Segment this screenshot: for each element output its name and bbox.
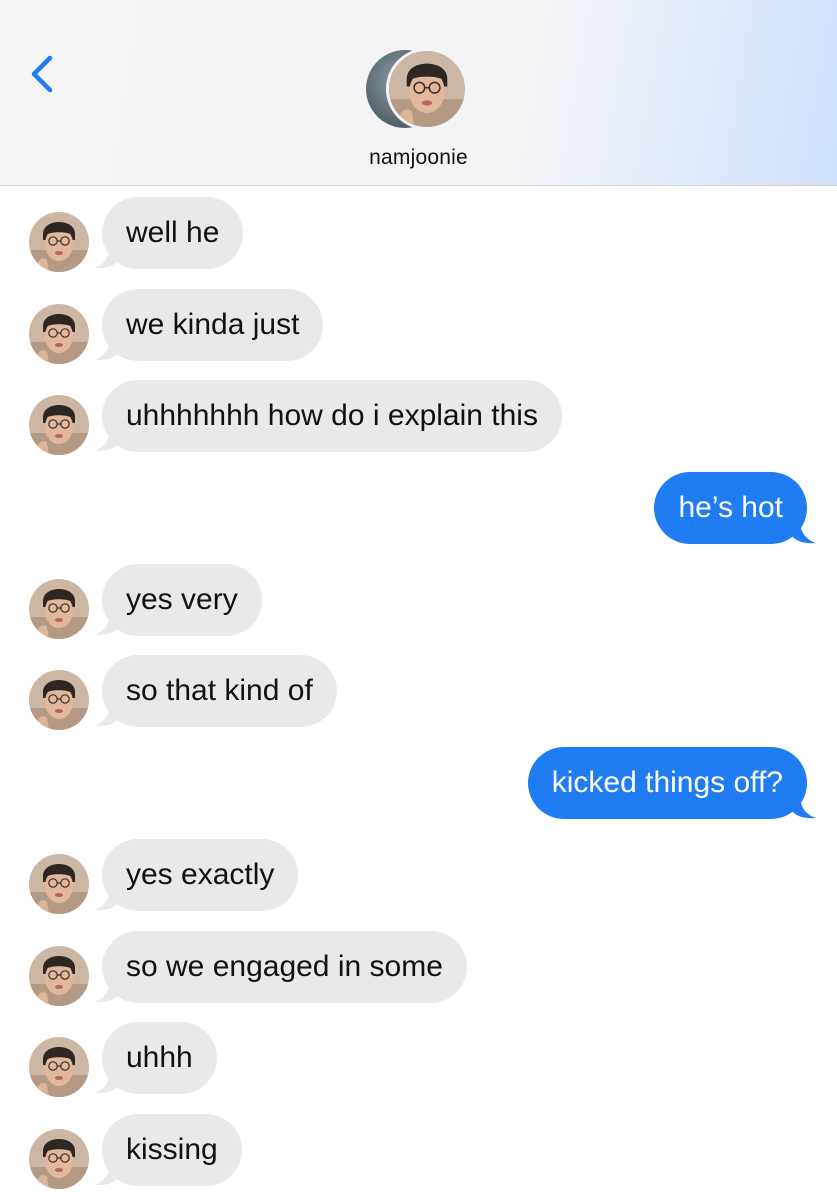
sender-avatar: [29, 1129, 89, 1189]
bubble-tail: [92, 1162, 118, 1186]
conversation-header: namjoonie: [0, 0, 837, 186]
received-message-bubble[interactable]: kissing: [102, 1114, 242, 1186]
bubble-tail: [92, 703, 118, 727]
message-text: we kinda just: [126, 308, 300, 341]
message-text: so that kind of: [126, 674, 313, 707]
message-text: kicked things off?: [551, 766, 783, 799]
sent-message-bubble[interactable]: he’s hot: [654, 472, 807, 544]
message-text: well he: [126, 216, 220, 249]
bubble-tail: [92, 428, 118, 452]
contact-name[interactable]: namjoonie: [0, 146, 837, 170]
message-text: yes exactly: [126, 858, 275, 891]
message-text: uhhh: [126, 1041, 193, 1074]
sender-avatar: [29, 854, 89, 914]
received-message-bubble[interactable]: uhhh: [102, 1022, 217, 1094]
bubble-tail: [792, 795, 818, 819]
bubble-tail: [92, 1070, 118, 1094]
received-message-bubble[interactable]: uhhhhhhh how do i explain this: [102, 380, 562, 452]
sender-avatar: [29, 212, 89, 272]
chevron-left-icon: [31, 55, 53, 93]
received-message-bubble[interactable]: we kinda just: [102, 289, 324, 361]
sender-avatar: [29, 670, 89, 730]
sender-avatar: [29, 304, 89, 364]
bubble-tail: [92, 612, 118, 636]
sender-avatar: [29, 579, 89, 639]
message-text: yes very: [126, 583, 238, 616]
message-text: uhhhhhhh how do i explain this: [126, 399, 538, 432]
received-message-bubble[interactable]: yes very: [102, 564, 262, 636]
received-message-bubble[interactable]: yes exactly: [102, 839, 299, 911]
message-text: he’s hot: [678, 491, 783, 524]
sender-avatar: [29, 395, 89, 455]
bubble-tail: [92, 887, 118, 911]
contact-avatar-group[interactable]: [366, 48, 472, 134]
bubble-tail: [92, 245, 118, 269]
contact-avatar: [386, 48, 468, 130]
sender-avatar: [29, 1037, 89, 1097]
sender-avatar: [29, 946, 89, 1006]
back-button[interactable]: [22, 50, 62, 98]
bubble-tail: [92, 337, 118, 361]
bubble-tail: [92, 979, 118, 1003]
received-message-bubble[interactable]: so that kind of: [102, 655, 337, 727]
message-text: kissing: [126, 1133, 218, 1166]
received-message-bubble[interactable]: so we engaged in some: [102, 931, 467, 1003]
sent-message-bubble[interactable]: kicked things off?: [527, 747, 807, 819]
bubble-tail: [792, 520, 818, 544]
received-message-bubble[interactable]: well he: [102, 197, 244, 269]
message-text: so we engaged in some: [126, 950, 443, 983]
